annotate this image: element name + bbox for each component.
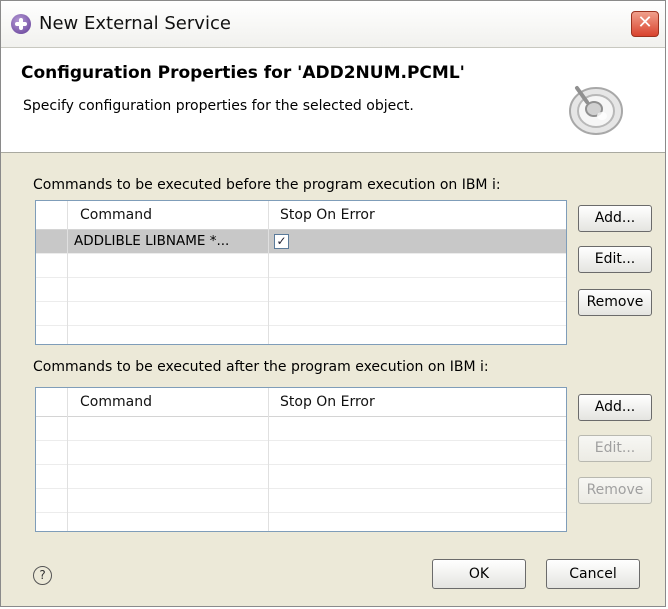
cancel-button[interactable]: Cancel: [546, 559, 640, 589]
close-button[interactable]: ✕: [631, 11, 659, 37]
table-row: [36, 441, 566, 465]
after-add-button[interactable]: Add...: [578, 394, 652, 421]
table-row: [36, 465, 566, 489]
stop-on-error-checkbox[interactable]: ✓: [274, 234, 289, 249]
help-icon[interactable]: ?: [33, 566, 52, 585]
after-edit-button[interactable]: Edit...: [578, 435, 652, 462]
table-row[interactable]: ADDLIBLE LIBNAME *... ✓: [36, 230, 566, 254]
column-header-stop-on-error[interactable]: Stop On Error: [280, 201, 375, 229]
column-header-command[interactable]: Command: [80, 201, 152, 229]
ok-button[interactable]: OK: [432, 559, 526, 589]
after-remove-button[interactable]: Remove: [578, 477, 652, 504]
wizard-header: Configuration Properties for 'ADD2NUM.PC…: [1, 48, 665, 153]
column-divider: [67, 388, 68, 531]
after-commands-table[interactable]: Command Stop On Error: [35, 387, 567, 532]
column-header-stop-on-error[interactable]: Stop On Error: [280, 388, 375, 416]
table-row: [36, 417, 566, 441]
after-commands-label: Commands to be executed after the progra…: [33, 359, 489, 375]
window-title: New External Service: [39, 13, 231, 34]
page-title: Configuration Properties for 'ADD2NUM.PC…: [21, 63, 465, 83]
title-bar[interactable]: New External Service ✕: [1, 1, 665, 48]
table-row: [36, 302, 566, 326]
before-remove-button[interactable]: Remove: [578, 289, 652, 316]
dialog-body: Commands to be executed before the progr…: [1, 153, 665, 606]
before-add-button[interactable]: Add...: [578, 205, 652, 232]
before-edit-button[interactable]: Edit...: [578, 246, 652, 273]
service-app-icon: [11, 14, 31, 34]
page-description: Specify configuration properties for the…: [23, 98, 414, 114]
column-header-command[interactable]: Command: [80, 388, 152, 416]
before-commands-table[interactable]: Command Stop On Error ADDLIBLE LIBNAME *…: [35, 200, 567, 345]
table-row: [36, 489, 566, 513]
table-row: [36, 278, 566, 302]
column-divider: [268, 388, 269, 531]
dialog-window: New External Service ✕ Configuration Pro…: [0, 0, 666, 607]
column-divider: [268, 201, 269, 344]
table-row: [36, 254, 566, 278]
wizard-banner-icon: [569, 86, 623, 135]
command-cell: ADDLIBLE LIBNAME *...: [74, 233, 230, 249]
before-commands-label: Commands to be executed before the progr…: [33, 177, 501, 193]
column-divider: [67, 201, 68, 344]
